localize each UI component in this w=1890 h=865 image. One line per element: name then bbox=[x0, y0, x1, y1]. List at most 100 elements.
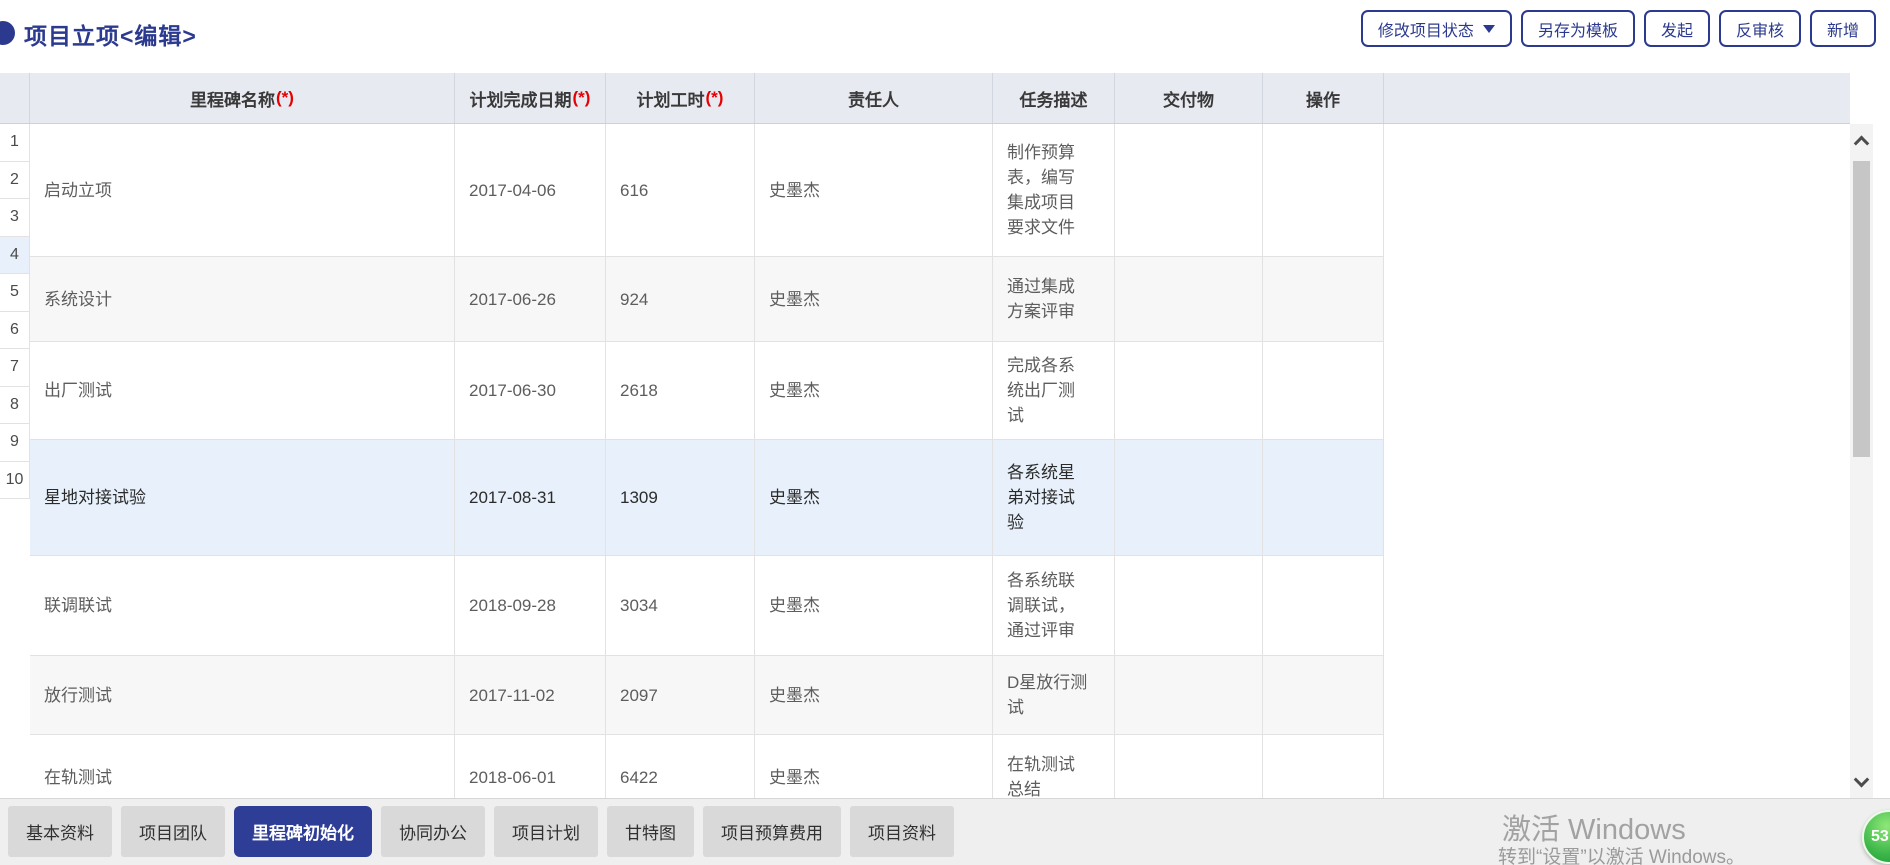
cell-plan_hours[interactable]: 2618 bbox=[606, 342, 755, 439]
table-row[interactable]: 启动立项2017-04-06616史墨杰制作预算表，编写集成项目要求文件 bbox=[30, 124, 1384, 257]
tab-project-docs[interactable]: 项目资料 bbox=[850, 806, 954, 857]
row-number[interactable]: 7 bbox=[0, 349, 29, 387]
cell-text: 各系统星弟对接试验 bbox=[1007, 460, 1088, 535]
cell-operation[interactable] bbox=[1263, 556, 1384, 655]
cell-owner[interactable]: 史墨杰 bbox=[755, 257, 993, 341]
cell-text: 6422 bbox=[620, 765, 658, 790]
row-number[interactable]: 4 bbox=[0, 237, 29, 275]
cell-operation[interactable] bbox=[1263, 257, 1384, 341]
column-header-name: 里程碑名称(*) bbox=[30, 73, 455, 123]
cell-plan_hours[interactable]: 2097 bbox=[606, 656, 755, 734]
cell-plan_finish_date[interactable]: 2017-11-02 bbox=[455, 656, 606, 734]
cell-task_desc[interactable]: 在轨测试总结 bbox=[993, 735, 1115, 798]
cell-task_desc[interactable]: 各系统联调联试，通过评审 bbox=[993, 556, 1115, 655]
table-row[interactable]: 星地对接试验2017-08-31 1309 史墨杰各系统星弟对接试验 bbox=[30, 440, 1384, 556]
milestone-grid: 里程碑名称(*)计划完成日期(*)计划工时(*)责任人任务描述交付物操作 123… bbox=[0, 73, 1850, 798]
cell-operation[interactable] bbox=[1263, 656, 1384, 734]
tab-collaboration[interactable]: 协同办公 bbox=[381, 806, 485, 857]
table-row[interactable]: 出厂测试 2017-06-302618史墨杰完成各系统出厂测试 bbox=[30, 342, 1384, 440]
column-header-label: 交付物 bbox=[1163, 86, 1214, 111]
table-row[interactable]: 联调联试 2018-09-283034史墨杰各系统联调联试，通过评审 bbox=[30, 556, 1384, 656]
cell-text: 出厂测试 bbox=[44, 378, 112, 403]
row-number[interactable]: 2 bbox=[0, 162, 29, 200]
cell-name[interactable]: 出厂测试 bbox=[30, 342, 455, 439]
cell-name[interactable]: 放行测试 bbox=[30, 656, 455, 734]
cell-plan_finish_date[interactable]: 2017-06-26 bbox=[455, 257, 606, 341]
cell-name[interactable]: 在轨测试 bbox=[30, 735, 455, 798]
cell-operation[interactable] bbox=[1263, 124, 1384, 256]
cell-name[interactable]: 联调联试 bbox=[30, 556, 455, 655]
modify-project-status-button[interactable]: 修改项目状态 bbox=[1361, 10, 1512, 47]
column-header-owner: 责任人 bbox=[755, 73, 993, 123]
cell-deliverable[interactable] bbox=[1115, 735, 1263, 798]
cell-plan_hours[interactable]: 3034 bbox=[606, 556, 755, 655]
cell-name[interactable]: 星地对接试验 bbox=[30, 440, 455, 555]
cell-plan_finish_date[interactable]: 2017-08-31 bbox=[455, 440, 606, 555]
cell-operation[interactable] bbox=[1263, 440, 1384, 555]
cell-plan_hours[interactable]: 616 bbox=[606, 124, 755, 256]
row-number[interactable]: 8 bbox=[0, 387, 29, 425]
tab-project-budget[interactable]: 项目预算费用 bbox=[703, 806, 841, 857]
cell-plan_finish_date[interactable]: 2018-09-28 bbox=[455, 556, 606, 655]
cell-task_desc[interactable]: 通过集成方案评审 bbox=[993, 257, 1115, 341]
row-number[interactable]: 6 bbox=[0, 312, 29, 350]
toolbar-button-label: 发起 bbox=[1661, 17, 1693, 41]
cell-name[interactable]: 系统设计 bbox=[30, 257, 455, 341]
tab-gantt-chart[interactable]: 甘特图 bbox=[607, 806, 694, 857]
cell-deliverable[interactable] bbox=[1115, 556, 1263, 655]
cell-owner[interactable]: 史墨杰 bbox=[755, 342, 993, 439]
cell-owner[interactable]: 史墨杰 bbox=[755, 735, 993, 798]
cell-text: 联调联试 bbox=[44, 593, 112, 618]
tab-basic-info[interactable]: 基本资料 bbox=[8, 806, 112, 857]
cell-plan_finish_date[interactable]: 2017-06-30 bbox=[455, 342, 606, 439]
cell-owner[interactable]: 史墨杰 bbox=[755, 656, 993, 734]
table-row[interactable]: 系统设计2017-06-26924史墨杰通过集成方案评审 bbox=[30, 257, 1384, 342]
cell-text: D星放行测试 bbox=[1007, 670, 1088, 720]
scroll-down-icon[interactable] bbox=[1850, 766, 1873, 798]
row-number[interactable]: 10 bbox=[0, 462, 29, 500]
scrollbar-thumb[interactable] bbox=[1853, 161, 1870, 457]
tabs: 基本资料 项目团队里程碑初始化协同办公项目计划甘特图项目预算费用项目资料 bbox=[8, 806, 954, 857]
cell-deliverable[interactable] bbox=[1115, 656, 1263, 734]
cell-text: 1309 bbox=[620, 485, 658, 510]
toolbar-button-label: 另存为模板 bbox=[1538, 17, 1618, 41]
vertical-scrollbar[interactable] bbox=[1850, 124, 1873, 798]
cell-deliverable[interactable] bbox=[1115, 124, 1263, 256]
cell-owner[interactable]: 史墨杰 bbox=[755, 556, 993, 655]
cell-operation[interactable] bbox=[1263, 342, 1384, 439]
tab-milestone-init[interactable]: 里程碑初始化 bbox=[234, 806, 372, 857]
cell-plan_finish_date[interactable]: 2018-06-01 bbox=[455, 735, 606, 798]
row-number[interactable]: 5 bbox=[0, 274, 29, 312]
cell-deliverable[interactable] bbox=[1115, 440, 1263, 555]
add-new-button[interactable]: 新增 bbox=[1810, 10, 1876, 47]
scroll-up-icon[interactable] bbox=[1850, 124, 1873, 156]
project-initiation-page: 项目立项<编辑> 修改项目状态另存为模板发起反审核新增 里程碑名称(*)计划完成… bbox=[0, 0, 1890, 865]
save-as-template-button[interactable]: 另存为模板 bbox=[1521, 10, 1635, 47]
cell-deliverable[interactable] bbox=[1115, 257, 1263, 341]
initiate-button[interactable]: 发起 bbox=[1644, 10, 1710, 47]
row-number[interactable]: 9 bbox=[0, 424, 29, 462]
row-number[interactable]: 1 bbox=[0, 124, 29, 162]
cell-task_desc[interactable]: 完成各系统出厂测试 bbox=[993, 342, 1115, 439]
cell-plan_hours[interactable]: 1309 bbox=[606, 440, 755, 555]
row-number[interactable]: 3 bbox=[0, 199, 29, 237]
cell-name[interactable]: 启动立项 bbox=[30, 124, 455, 256]
table-row[interactable]: 放行测试2017-11-022097史墨杰 D星放行测试 bbox=[30, 656, 1384, 735]
tab-label: 基本资料 bbox=[26, 819, 94, 844]
table-row[interactable]: 在轨测试2018-06-01 6422 史墨杰在轨测试总结 bbox=[30, 735, 1384, 798]
reverse-audit-button[interactable]: 反审核 bbox=[1719, 10, 1801, 47]
cell-task_desc[interactable]: 各系统星弟对接试验 bbox=[993, 440, 1115, 555]
tab-project-team[interactable]: 项目团队 bbox=[121, 806, 225, 857]
cell-owner[interactable]: 史墨杰 bbox=[755, 124, 993, 256]
cell-owner[interactable]: 史墨杰 bbox=[755, 440, 993, 555]
cell-deliverable[interactable] bbox=[1115, 342, 1263, 439]
cell-plan_hours[interactable]: 6422 bbox=[606, 735, 755, 798]
cell-task_desc[interactable]: 制作预算表，编写集成项目要求文件 bbox=[993, 124, 1115, 256]
column-header-label: 计划工时 bbox=[637, 86, 705, 111]
cell-text: 通过集成方案评审 bbox=[1007, 274, 1088, 324]
cell-plan_finish_date[interactable]: 2017-04-06 bbox=[455, 124, 606, 256]
cell-task_desc[interactable]: D星放行测试 bbox=[993, 656, 1115, 734]
cell-plan_hours[interactable]: 924 bbox=[606, 257, 755, 341]
cell-operation[interactable] bbox=[1263, 735, 1384, 798]
tab-project-plan[interactable]: 项目计划 bbox=[494, 806, 598, 857]
